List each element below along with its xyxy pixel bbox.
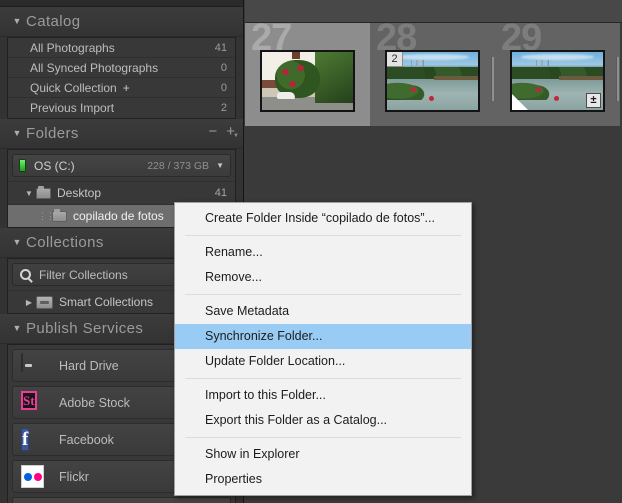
catalog-item-quick-collection[interactable]: Quick Collection + 0 [8, 78, 235, 98]
triangle-down-icon[interactable]: ▼ [8, 324, 26, 333]
lightroom-window: ▼ Catalog All Photographs 41 All Synced … [0, 0, 622, 503]
catalog-panel-title: Catalog [26, 13, 81, 30]
flickr-icon [21, 465, 47, 488]
folder-icon [52, 208, 67, 222]
drive-status-led-icon [19, 159, 26, 172]
thumbnail-cell-29[interactable]: 29 ± [495, 19, 620, 126]
facebook-glyph: f [21, 428, 30, 451]
hard-drive-icon [21, 353, 47, 377]
folder-row-desktop[interactable]: ▼ Desktop 41 [8, 181, 235, 204]
find-more-services-button[interactable]: Find More Services Online... [12, 497, 231, 503]
collection-box-icon [36, 295, 53, 309]
publish-service-label: Flickr [59, 469, 89, 484]
menu-item-show-in-explorer[interactable]: Show in Explorer [175, 442, 471, 467]
catalog-item-all-photographs[interactable]: All Photographs 41 [8, 38, 235, 58]
volume-name: OS (C:) [34, 158, 75, 173]
triangle-down-icon[interactable]: ▼ [8, 238, 26, 247]
triangle-down-icon[interactable]: ▼ [216, 161, 224, 170]
chevron-down-icon: ▼ [233, 133, 239, 139]
menu-item-update-folder-location[interactable]: Update Folder Location... [175, 349, 471, 374]
folder-icon [36, 185, 51, 199]
menu-separator [185, 437, 461, 438]
catalog-item-count: 41 [214, 41, 227, 54]
remove-folder-button[interactable]: − [208, 124, 217, 139]
stack-divider-bar [616, 57, 619, 101]
menu-item-remove[interactable]: Remove... [175, 265, 471, 290]
thumbnail-image[interactable]: 2 [385, 49, 480, 112]
menu-item-export-folder-as-catalog[interactable]: Export this Folder as a Catalog... [175, 408, 471, 433]
catalog-item-label: All Photographs [30, 40, 115, 55]
folder-context-menu: Create Folder Inside “copilado de fotos”… [174, 202, 472, 496]
thumbnail-image[interactable] [260, 49, 355, 112]
thumbnail-image[interactable]: ± [510, 49, 605, 112]
magnifier-icon [20, 269, 31, 280]
panel-top-strip [0, 0, 243, 7]
library-filter-bar[interactable] [245, 0, 622, 23]
volume-capacity: 228 / 373 GB [147, 159, 210, 172]
stack-count-badge[interactable]: 2 [387, 51, 403, 67]
volume-row-os-c[interactable]: OS (C:) 228 / 373 GB ▼ [12, 154, 231, 177]
stack-divider-bar [491, 57, 494, 101]
folders-header-buttons: − + ▼ [208, 124, 239, 139]
folders-panel-title: Folders [26, 125, 79, 142]
menu-item-create-folder-inside[interactable]: Create Folder Inside “copilado de fotos”… [175, 206, 471, 231]
triangle-down-icon[interactable]: ▼ [8, 17, 26, 26]
thumbnail-row: 27 28 2 29 ± [245, 19, 622, 126]
folder-photo-count: 41 [214, 187, 227, 199]
adobe-stock-glyph: St [21, 391, 37, 410]
folder-name: Desktop [57, 186, 102, 200]
catalog-panel-header[interactable]: ▼ Catalog [0, 7, 243, 37]
catalog-item-previous-import[interactable]: Previous Import 2 [8, 98, 235, 118]
catalog-item-count: 2 [220, 102, 227, 114]
catalog-item-count: 0 [220, 81, 227, 94]
catalog-item-count: 0 [220, 61, 227, 74]
catalog-item-all-synced-photographs[interactable]: All Synced Photographs 0 [8, 58, 235, 78]
facebook-icon: f [21, 428, 47, 451]
catalog-list: All Photographs 41 All Synced Photograph… [7, 37, 236, 119]
stack-corner-flag-icon [512, 93, 528, 110]
collections-panel-title: Collections [26, 234, 104, 251]
thumbnail-cell-27[interactable]: 27 [245, 19, 370, 126]
adobe-stock-icon: St [21, 391, 47, 414]
menu-item-properties[interactable]: Properties [175, 467, 471, 492]
thumbnail-cell-28[interactable]: 28 2 [370, 19, 495, 126]
menu-separator [185, 378, 461, 379]
menu-item-rename[interactable]: Rename... [175, 240, 471, 265]
drag-handle-icon[interactable]: ⋮⋮ [38, 211, 55, 222]
publish-service-label: Facebook [59, 432, 114, 447]
menu-item-import-to-this-folder[interactable]: Import to this Folder... [175, 383, 471, 408]
quick-collection-plus-icon[interactable]: + [123, 81, 130, 95]
filter-collections-placeholder: Filter Collections [39, 267, 128, 282]
add-folder-button[interactable]: + ▼ [226, 124, 239, 139]
triangle-right-icon[interactable]: ▶ [22, 298, 36, 307]
develop-adjustment-badge[interactable]: ± [586, 92, 601, 108]
catalog-item-label: Quick Collection [30, 80, 117, 95]
catalog-item-label: All Synced Photographs [30, 60, 159, 75]
menu-item-synchronize-folder[interactable]: Synchronize Folder... [175, 324, 471, 349]
folders-panel-header[interactable]: ▼ Folders − + ▼ [0, 119, 243, 149]
publish-service-label: Hard Drive [59, 358, 119, 373]
publish-service-label: Adobe Stock [59, 395, 130, 410]
menu-separator [185, 294, 461, 295]
triangle-down-icon[interactable]: ▼ [22, 189, 36, 198]
menu-separator [185, 235, 461, 236]
triangle-down-icon[interactable]: ▼ [8, 129, 26, 138]
catalog-item-label: Previous Import [30, 101, 115, 115]
menu-item-save-metadata[interactable]: Save Metadata [175, 299, 471, 324]
publish-services-panel-title: Publish Services [26, 320, 144, 337]
